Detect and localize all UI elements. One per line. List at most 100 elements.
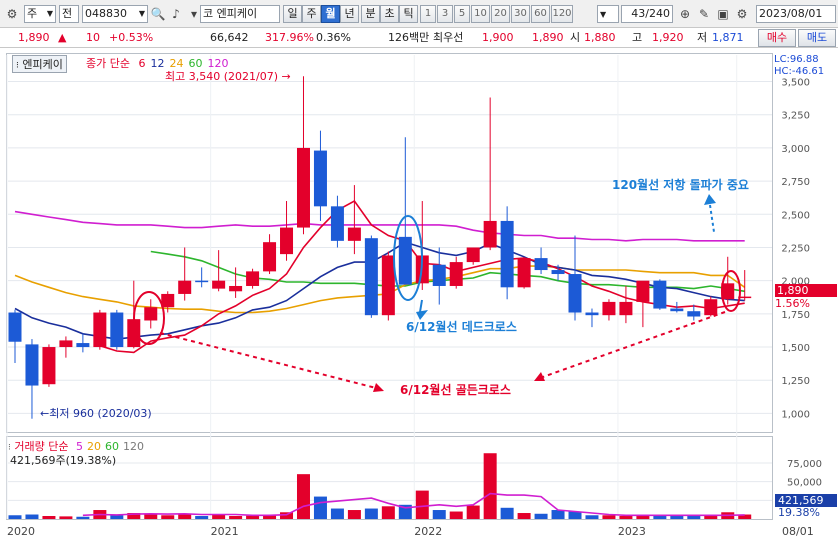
candle-body [59, 340, 73, 348]
volume-bar [296, 474, 310, 519]
volume-bar [483, 453, 497, 519]
volume-bar [246, 515, 260, 519]
candle-body [195, 280, 209, 283]
ma-legend-label: 종가 단순 [86, 57, 130, 70]
candle-body [212, 280, 226, 289]
candle-body [364, 238, 378, 316]
volume-bar [415, 490, 429, 519]
x-tick-label: 2021 [211, 525, 239, 538]
candle-body [687, 311, 701, 317]
ma24-line [14, 265, 746, 314]
volume-bar [364, 508, 378, 519]
volume-bar [229, 516, 243, 519]
candle-body [551, 270, 565, 275]
candle-body [568, 274, 582, 313]
y-tick-label: 1,500 [781, 343, 810, 354]
breakout-arrow-line [709, 204, 715, 233]
y-tick-label: 3,250 [781, 111, 810, 122]
golden-cross-annotation: 6/12월선 골든크로스 [400, 383, 511, 397]
golden-arrow-line-right [539, 311, 726, 379]
y-tick-label: 2,500 [781, 210, 810, 221]
arrow-head-icon [704, 194, 716, 205]
candle-body [381, 255, 395, 316]
candle-body [161, 293, 175, 308]
x-tick-label: 2020 [7, 525, 35, 538]
volume-bar [619, 516, 633, 519]
volume-bar [330, 508, 344, 519]
candle-body [144, 307, 158, 321]
volume-bar [585, 515, 599, 519]
y-tick-label: 2,750 [781, 177, 810, 188]
candle-body [466, 247, 480, 263]
volume-bar [195, 516, 209, 519]
candle-body [670, 308, 684, 312]
candle-body [110, 312, 124, 348]
volume-bar [551, 510, 565, 519]
grid-icon: ⁝ [16, 61, 19, 71]
stock-tab-label: 엔피케이 [22, 58, 63, 71]
arrow-head-icon [373, 383, 384, 392]
volume-bar [313, 496, 327, 519]
candle-body [347, 227, 361, 241]
breakout-annotation: 120월선 저항 돌파가 중요 [612, 178, 749, 192]
stock-tab[interactable]: ⁝ 엔피케이 [12, 55, 67, 73]
chart-svg: 1,0001,2501,5001,7502,0002,2502,5002,750… [6, 55, 822, 538]
candle-body [500, 220, 514, 288]
y-tick-label: 2,250 [781, 243, 810, 254]
candle-body [330, 206, 344, 241]
volume-bar [432, 510, 446, 519]
y-tick-label: 1,250 [781, 376, 810, 387]
ma120-line [14, 210, 745, 242]
volume-bar [381, 506, 395, 519]
x-tick-label: 2022 [414, 525, 442, 538]
dead-cross-annotation: 6/12월선 데드크로스 [406, 320, 517, 334]
ma-legend-item: 6 [138, 57, 146, 70]
candle-body [42, 347, 56, 385]
candle-body [517, 258, 531, 288]
volume-tick-label: 75,000 [787, 459, 822, 470]
volume-bar [602, 515, 616, 519]
price-tag: 1,890 [775, 284, 837, 297]
volume-ma-legend-item: 120 [123, 440, 144, 453]
candle-body [313, 150, 327, 207]
y-tick-label: 3,000 [781, 144, 810, 155]
volume-bar [144, 514, 158, 519]
volume-pct-tag: 19.38% [778, 506, 820, 519]
low-annotation: ←최저 960 (2020/03) [40, 407, 152, 420]
candle-body [449, 262, 463, 286]
y-tick-label: 1,000 [781, 409, 810, 420]
candle-body [229, 285, 243, 292]
candle-body [636, 280, 650, 302]
candle-body [263, 242, 277, 272]
volume-bar [704, 515, 718, 519]
volume-bar [347, 510, 361, 519]
high-annotation: 최고 3,540 (2021/07) → [165, 70, 291, 83]
candle-body [178, 280, 192, 294]
candle-body [280, 227, 294, 255]
volume-tick-label: 50,000 [787, 478, 822, 489]
candle-body [534, 258, 548, 271]
candle-body [619, 301, 633, 316]
volume-bar [25, 514, 39, 519]
candle-body [8, 312, 22, 342]
candle-body [432, 264, 446, 286]
volume-bar [59, 516, 73, 519]
candle-body [585, 312, 599, 316]
candle-body [653, 280, 667, 309]
volume-summary: 421,569주(19.38%) [10, 454, 117, 467]
ma-legend-item: 12 [150, 57, 165, 70]
candle-body [296, 147, 310, 228]
volume-bar [534, 513, 548, 519]
y-tick-label: 3,500 [781, 78, 810, 89]
volume-bar [110, 515, 124, 519]
volume-bar [517, 513, 531, 519]
y-tick-label: 1,750 [781, 310, 810, 321]
candle-body [76, 343, 90, 348]
volume-bar [8, 515, 22, 519]
candle-body [602, 301, 616, 316]
dead-arrow-line [419, 299, 423, 313]
candle-body [246, 271, 260, 286]
hc-value: HC:-46.61 [774, 66, 825, 77]
volume-bar [500, 507, 514, 519]
volume-bar [466, 505, 480, 519]
